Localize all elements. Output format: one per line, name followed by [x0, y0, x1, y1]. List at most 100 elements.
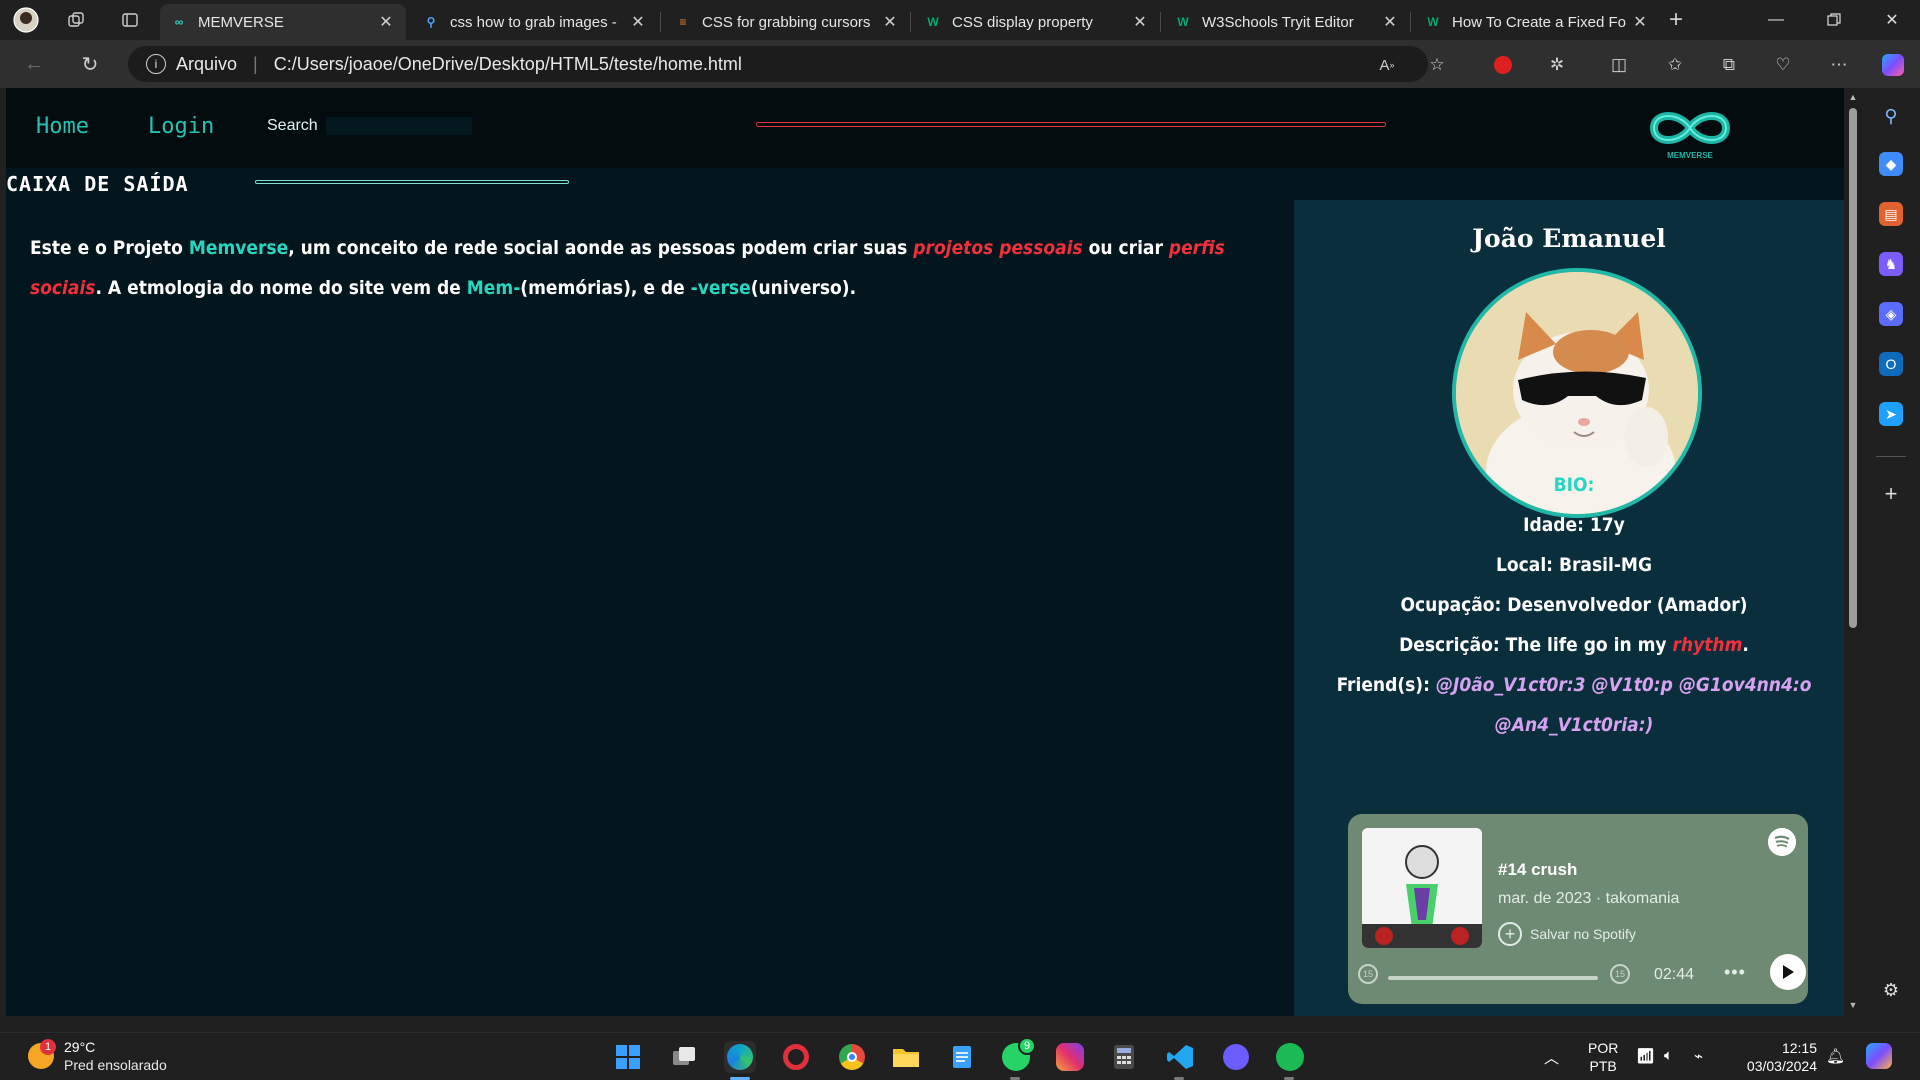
- restore-button[interactable]: [1806, 0, 1862, 40]
- start-windows-icon[interactable]: [612, 1041, 644, 1073]
- skip-back-icon[interactable]: 15: [1358, 964, 1378, 984]
- save-to-spotify-button[interactable]: + Salvar no Spotify: [1498, 922, 1636, 946]
- collections-icon[interactable]: ⧉: [1716, 52, 1742, 78]
- sidebar-search-icon[interactable]: ⚲: [1879, 104, 1903, 128]
- workspaces-icon[interactable]: [62, 6, 90, 34]
- track-title[interactable]: #14 crush: [1498, 860, 1577, 880]
- browser-essentials-icon[interactable]: ♡: [1770, 52, 1796, 78]
- refresh-icon[interactable]: ↻: [74, 50, 106, 78]
- profile-avatar-icon[interactable]: [12, 6, 40, 34]
- back-arrow-icon[interactable]: ←: [18, 50, 50, 78]
- close-icon[interactable]: ✕: [628, 12, 648, 32]
- skip-forward-icon[interactable]: 15: [1610, 964, 1630, 984]
- more-menu-icon[interactable]: ⋯: [1826, 52, 1852, 78]
- opera-icon[interactable]: [780, 1041, 812, 1073]
- system-clock[interactable]: 12:15 03/03/2024: [1737, 1039, 1817, 1075]
- favorite-star-icon[interactable]: ☆: [1424, 52, 1450, 78]
- edge-browser-icon[interactable]: [724, 1041, 756, 1073]
- split-screen-icon[interactable]: ◫: [1606, 52, 1632, 78]
- close-icon[interactable]: ✕: [376, 12, 396, 32]
- description-text: .: [1742, 634, 1749, 656]
- progress-bar[interactable]: [1388, 976, 1598, 980]
- notification-bell-icon[interactable]: 🔔︎: [1826, 1047, 1845, 1065]
- info-icon[interactable]: i: [146, 54, 166, 74]
- tab-search[interactable]: ⚲ css how to grab images - ✕: [412, 4, 658, 40]
- inbox-title: CAIXA DE SAÍDA: [6, 172, 189, 196]
- calculator-icon[interactable]: [1108, 1041, 1140, 1073]
- close-icon[interactable]: ✕: [1630, 12, 1650, 32]
- friends-list-continued[interactable]: @An4_V1ct0ria:): [1294, 714, 1844, 736]
- address-url[interactable]: C:/Users/joaoe/OneDrive/Desktop/HTML5/te…: [274, 54, 742, 75]
- new-tab-icon[interactable]: +: [1662, 6, 1690, 34]
- tab-stackoverflow[interactable]: ≡ CSS for grabbing cursors ✕: [664, 4, 910, 40]
- wifi-icon[interactable]: 📶︎: [1636, 1047, 1655, 1065]
- clock-time: 12:15: [1781, 1040, 1817, 1056]
- file-explorer-icon[interactable]: [890, 1041, 922, 1073]
- weather-temperature[interactable]: 29°C: [64, 1039, 95, 1055]
- add-icon[interactable]: +: [1879, 481, 1903, 506]
- scrollbar-thumb[interactable]: [1849, 108, 1857, 628]
- nav-home-link[interactable]: Home: [36, 114, 89, 139]
- adblock-icon[interactable]: [1490, 52, 1516, 78]
- close-icon[interactable]: ✕: [1380, 12, 1400, 32]
- close-icon[interactable]: ✕: [1130, 12, 1150, 32]
- close-icon[interactable]: ✕: [880, 12, 900, 32]
- tab-w3schools-display[interactable]: W CSS display property ✕: [914, 4, 1160, 40]
- games-icon[interactable]: ♞: [1879, 252, 1903, 276]
- outlook-icon[interactable]: O: [1879, 352, 1903, 376]
- scroll-down-icon[interactable]: ▼: [1847, 1000, 1859, 1010]
- launcher-app-icon[interactable]: [1220, 1041, 1252, 1073]
- bio-description: Descrição: The life go in my rhythm.: [1294, 634, 1844, 656]
- language-code: POR: [1588, 1040, 1619, 1056]
- tab-actions-icon[interactable]: [116, 6, 144, 34]
- spotify-icon[interactable]: [1274, 1041, 1306, 1073]
- verse-highlight: -verse: [690, 277, 751, 299]
- extensions-icon[interactable]: ✲: [1544, 52, 1570, 78]
- scroll-up-icon[interactable]: ▲: [1847, 92, 1859, 102]
- favorites-icon[interactable]: ✩: [1662, 52, 1688, 78]
- read-aloud-icon[interactable]: A»: [1374, 52, 1400, 78]
- search-icon: ⚲: [426, 15, 436, 29]
- nav-login-link[interactable]: Login: [148, 114, 214, 139]
- friends-list[interactable]: @J0ão_V1ct0r:3 @V1t0:p @G1ov4nn4:o: [1436, 674, 1812, 696]
- spotify-embed: #14 crush mar. de 2023 · takomania + Salv…: [1348, 814, 1808, 1004]
- play-button[interactable]: [1770, 954, 1806, 990]
- task-view-icon[interactable]: [668, 1041, 700, 1073]
- page-scrollbar[interactable]: ▲ ▼: [1844, 88, 1862, 1016]
- vscode-icon[interactable]: [1164, 1041, 1196, 1073]
- spotify-logo-icon[interactable]: [1768, 828, 1796, 856]
- volume-icon[interactable]: 🔈︎: [1664, 1047, 1673, 1064]
- decorative-red-line: [756, 122, 1386, 127]
- album-cover[interactable]: [1362, 828, 1482, 948]
- search-input[interactable]: [326, 117, 472, 135]
- shopping-tag-icon[interactable]: ◆: [1879, 152, 1903, 176]
- copilot-taskbar-icon[interactable]: [1866, 1043, 1892, 1073]
- instagram-icon[interactable]: [1054, 1041, 1086, 1073]
- tab-title: CSS for grabbing cursors: [702, 13, 871, 31]
- tab-w3schools-footer[interactable]: W How To Create a Fixed Fo ✕: [1414, 4, 1660, 40]
- memverse-logo[interactable]: MEMVERSE: [1640, 98, 1740, 162]
- chrome-icon[interactable]: [836, 1041, 868, 1073]
- minimize-button[interactable]: —: [1748, 0, 1804, 40]
- more-options-icon[interactable]: •••: [1724, 962, 1746, 983]
- tab-divider: [910, 12, 911, 32]
- notepad-icon[interactable]: [946, 1041, 978, 1073]
- address-bar[interactable]: i Arquivo | C:/Users/joaoe/OneDrive/Desk…: [128, 46, 1428, 82]
- projects-link[interactable]: projetos pessoais: [913, 237, 1082, 259]
- whatsapp-badge: 9: [1018, 1037, 1036, 1055]
- send-icon[interactable]: ➤: [1879, 402, 1903, 426]
- weather-description[interactable]: Pred ensolarado: [64, 1057, 167, 1073]
- copilot-icon[interactable]: [1880, 52, 1906, 78]
- battery-icon[interactable]: ⌁: [1694, 1047, 1703, 1065]
- tools-icon[interactable]: ▤: [1879, 202, 1903, 226]
- tab-w3schools-tryit[interactable]: W W3Schools Tryit Editor ✕: [1164, 4, 1410, 40]
- mem-highlight: Mem-: [466, 277, 521, 299]
- language-indicator[interactable]: POR PTB: [1588, 1039, 1618, 1075]
- tab-memverse[interactable]: ∞ MEMVERSE ✕: [160, 4, 406, 40]
- show-hidden-icons-chevron-icon[interactable]: ︿: [1544, 1047, 1559, 1068]
- stackoverflow-icon: ≡: [679, 15, 687, 29]
- tab-title: How To Create a Fixed Fo: [1452, 13, 1626, 31]
- close-window-button[interactable]: ✕: [1864, 0, 1920, 40]
- copilot-sidebar-icon[interactable]: ◈: [1879, 302, 1903, 326]
- settings-gear-icon[interactable]: ⚙: [1879, 978, 1903, 1002]
